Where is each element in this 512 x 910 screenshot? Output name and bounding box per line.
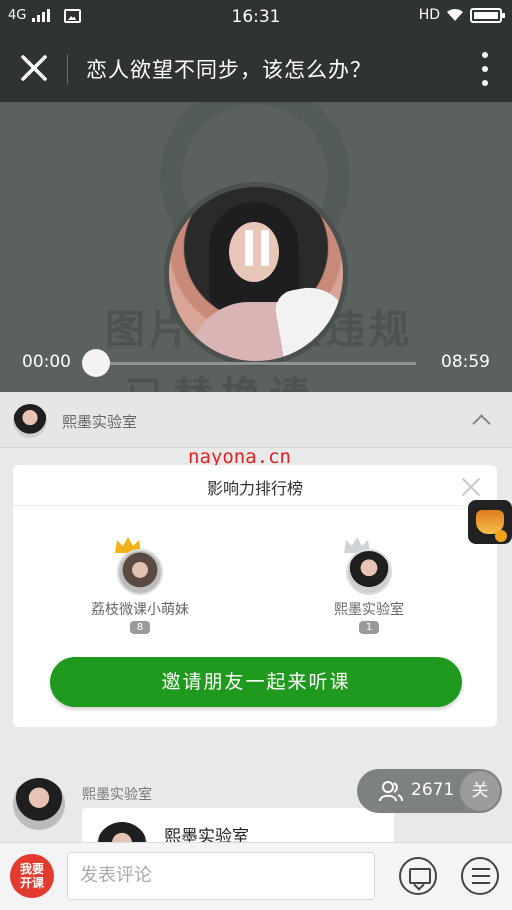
status-right: HD — [418, 7, 505, 23]
wifi-icon — [447, 8, 463, 21]
listener-count: 2671 — [411, 780, 455, 800]
ranking-count-badge: 1 — [359, 621, 379, 634]
more-options-icon[interactable] — [478, 52, 492, 86]
ranking-divider — [13, 505, 497, 506]
ranking-name: 荔枝微课小萌妹 — [91, 602, 189, 618]
ranking-count-badge: 8 — [130, 621, 150, 634]
open-course-label-1: 我要 — [19, 862, 44, 876]
follow-button[interactable]: 关 — [460, 771, 500, 811]
comment-input[interactable]: 发表评论 — [67, 852, 375, 900]
ranking-item[interactable]: 熙墨实验室 1 — [289, 535, 449, 645]
message-sender: 熙墨实验室 — [82, 787, 152, 803]
message-avatar[interactable] — [13, 778, 65, 830]
lecturer-row[interactable]: 熙墨实验室 — [0, 392, 512, 448]
chat-icon[interactable] — [399, 857, 437, 895]
lecturer-name: 熙墨实验室 — [62, 413, 138, 431]
status-bar: 4G 16:31 HD — [0, 0, 512, 34]
total-time: 08:59 — [441, 352, 490, 372]
ranking-item[interactable]: 荔枝微课小萌妹 8 — [60, 535, 220, 645]
close-icon[interactable] — [461, 477, 481, 497]
chevron-up-icon[interactable] — [472, 412, 490, 430]
invite-friends-button[interactable]: 邀请朋友一起来听课 — [50, 657, 462, 707]
listener-count-pill[interactable]: 2671 关 — [357, 769, 502, 813]
bottom-bar: 我要 开课 发表评论 — [0, 842, 512, 910]
player-bg-text-2: 已替换请 — [125, 364, 317, 392]
lecturer-avatar[interactable] — [13, 404, 47, 438]
title-divider — [67, 54, 68, 84]
people-icon — [379, 781, 403, 802]
floating-app-icon[interactable] — [468, 500, 512, 544]
hd-badge: HD — [418, 7, 440, 23]
page-title: 恋人欲望不同步，该怎么办？ — [86, 58, 372, 82]
ranking-card: 影响力排行榜 荔枝微课小萌妹 8 熙墨实验室 1 邀请朋友一起来听课 — [13, 465, 497, 727]
progress-thumb[interactable] — [82, 349, 110, 377]
audio-player: 图片被屏蔽违规 已替换请 00:00 08:59 — [0, 102, 512, 392]
ranking-avatar — [346, 549, 392, 595]
title-bar: 恋人欲望不同步，该怎么办？ — [0, 34, 512, 102]
list-icon[interactable] — [461, 857, 499, 895]
ranking-avatar — [117, 549, 163, 595]
battery-icon — [470, 7, 505, 23]
pause-icon[interactable] — [237, 230, 277, 270]
open-course-label-2: 开课 — [19, 876, 44, 890]
ranking-name: 熙墨实验室 — [334, 602, 404, 618]
close-icon[interactable] — [14, 48, 54, 88]
ranking-title: 影响力排行榜 — [206, 479, 303, 498]
current-time: 00:00 — [22, 352, 71, 372]
lecture-cover-image — [164, 182, 348, 366]
progress-track[interactable] — [96, 362, 416, 365]
open-course-button[interactable]: 我要 开课 — [10, 854, 54, 898]
